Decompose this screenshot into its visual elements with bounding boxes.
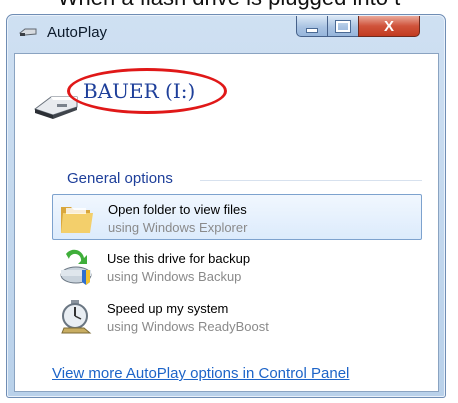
highlight-circle (67, 68, 227, 114)
dialog-content: BAUER (I:) General options Open folder t… (14, 53, 439, 392)
option-open-folder[interactable]: Open folder to view files using Windows … (52, 194, 422, 240)
option-subtitle: using Windows Backup (107, 269, 242, 284)
autoplay-dialog: AutoPlay X BAUER (I:) General options Op… (6, 14, 446, 398)
option-title: Use this drive for backup (107, 251, 251, 266)
minimize-icon (306, 27, 318, 33)
option-title: Open folder to view files (108, 202, 247, 217)
close-button[interactable]: X (358, 16, 420, 37)
minimize-button[interactable] (296, 16, 328, 37)
backup-icon (60, 249, 92, 285)
option-title: Speed up my system (107, 301, 229, 316)
close-icon: X (383, 17, 394, 35)
option-subtitle: using Windows Explorer (108, 220, 248, 235)
option-subtitle: using Windows ReadyBoost (107, 319, 269, 334)
page-caption-text: When a flash drive is plugged into t (0, 0, 458, 10)
folder-icon (61, 207, 93, 233)
stopwatch-icon (61, 300, 92, 334)
maximize-icon (335, 19, 351, 33)
section-divider (200, 180, 422, 181)
window-title: AutoPlay (47, 24, 108, 41)
option-readyboost[interactable]: Speed up my system using Windows ReadyBo… (52, 294, 422, 340)
title-bar[interactable]: AutoPlay X (7, 15, 445, 53)
option-backup[interactable]: Use this drive for backup using Windows … (52, 244, 422, 290)
maximize-button[interactable] (327, 16, 359, 37)
drive-icon-small (19, 28, 37, 36)
more-autoplay-options-link[interactable]: View more AutoPlay options in Control Pa… (52, 365, 349, 382)
general-options-heading: General options (67, 170, 173, 187)
